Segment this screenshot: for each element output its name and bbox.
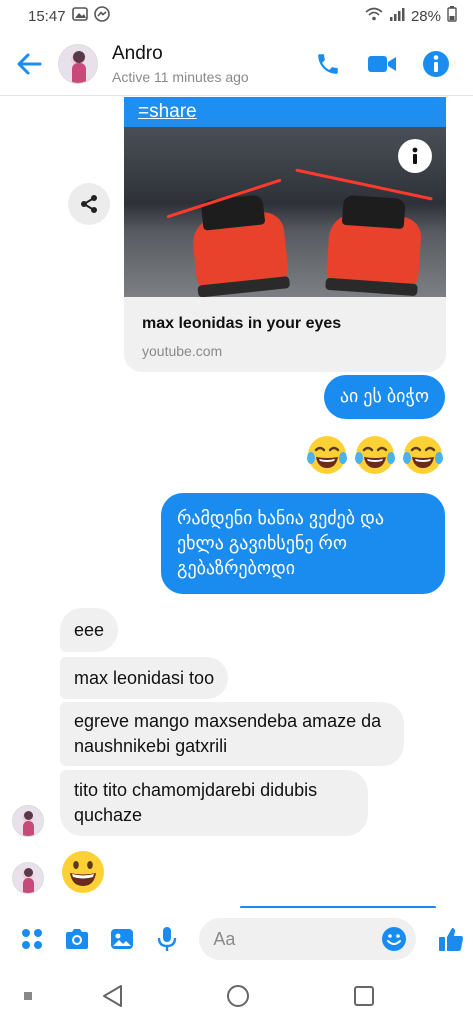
nav-dot	[24, 992, 32, 1000]
nav-recents-button[interactable]	[352, 984, 376, 1008]
back-button[interactable]	[0, 32, 58, 96]
contact-avatar[interactable]	[58, 43, 98, 84]
message-input[interactable]	[213, 928, 374, 950]
video-camera-icon	[368, 55, 396, 72]
nav-back-button[interactable]	[100, 984, 124, 1008]
gallery-notification-icon	[71, 7, 88, 25]
voice-message-button[interactable]	[144, 919, 189, 959]
link-thumbnail[interactable]	[124, 127, 446, 297]
message-composer	[0, 910, 473, 968]
messenger-notification-icon	[93, 6, 110, 26]
phone-icon	[318, 53, 338, 74]
share-icon	[81, 195, 97, 213]
camera-icon	[66, 929, 89, 949]
incoming-message[interactable]: eee	[60, 608, 119, 652]
link-url[interactable]: =share	[138, 101, 197, 123]
link-domain: youtube.com	[142, 343, 223, 359]
status-time: 15:47	[28, 7, 66, 25]
camera-button[interactable]	[55, 919, 100, 959]
grinning-emoji-message[interactable]	[60, 849, 106, 900]
message-list[interactable]: =share max leonidas in your eyes youtube…	[0, 97, 473, 908]
scroll-indicator	[240, 906, 436, 908]
info-icon	[423, 50, 449, 77]
conversation-info-button[interactable]	[421, 49, 451, 79]
arrow-left-icon	[17, 53, 42, 74]
square-recents-icon	[354, 986, 374, 1006]
gallery-button[interactable]	[100, 919, 145, 959]
emoji-message[interactable]	[305, 433, 445, 477]
battery-icon	[447, 6, 457, 26]
image-icon	[111, 929, 134, 949]
emoji-picker-button[interactable]	[378, 923, 410, 955]
tears-of-joy-emoji-icon	[307, 436, 347, 474]
video-call-button[interactable]	[367, 49, 397, 79]
info-icon	[412, 147, 418, 164]
voice-call-button[interactable]	[313, 49, 343, 79]
shoe-image-right	[325, 211, 423, 291]
battery-percent: 28%	[410, 7, 441, 25]
conversation-header: Andro Active 11 minutes ago	[0, 32, 473, 96]
contact-info[interactable]: Andro Active 11 minutes ago	[112, 43, 249, 85]
sender-avatar[interactable]	[12, 805, 44, 837]
microphone-icon	[157, 927, 177, 951]
shoe-image-left	[190, 210, 290, 292]
link-preview-card[interactable]: =share max leonidas in your eyes youtube…	[124, 97, 446, 372]
status-bar: 15:47 28%	[0, 0, 473, 32]
thumbs-up-icon	[438, 928, 463, 951]
tears-of-joy-emoji-icon	[355, 436, 395, 474]
contact-status: Active 11 minutes ago	[112, 68, 249, 85]
contact-name: Andro	[112, 42, 163, 64]
signal-icon	[389, 7, 405, 25]
grid-dots-icon	[22, 929, 43, 949]
incoming-message[interactable]: max leonidasi too	[60, 657, 229, 699]
share-button[interactable]	[68, 183, 110, 225]
system-navigation-bar	[0, 968, 473, 1024]
sender-avatar[interactable]	[12, 862, 44, 894]
more-actions-button[interactable]	[10, 919, 55, 959]
triangle-back-icon	[103, 985, 122, 1007]
outgoing-message[interactable]: რამდენი ხანია ვეძებ და ეხლა გავიხსენე რო…	[161, 493, 445, 594]
thumbnail-info-button[interactable]	[398, 139, 432, 173]
grinning-face-emoji-icon	[62, 851, 104, 893]
outgoing-message[interactable]: აი ეს ბიჭო	[323, 375, 445, 419]
link-title: max leonidas in your eyes	[142, 315, 342, 332]
incoming-message[interactable]: tito tito chamomjdarebi didubis quchaze	[60, 770, 368, 836]
wifi-icon	[365, 7, 383, 25]
circle-home-icon	[227, 985, 249, 1007]
tears-of-joy-emoji-icon	[403, 436, 443, 474]
smiley-icon	[382, 927, 407, 951]
nav-home-button[interactable]	[226, 984, 250, 1008]
incoming-message[interactable]: egreve mango maxsendeba amaze da naushni…	[60, 702, 404, 766]
like-button[interactable]	[428, 919, 473, 959]
message-input-container[interactable]	[199, 918, 417, 960]
